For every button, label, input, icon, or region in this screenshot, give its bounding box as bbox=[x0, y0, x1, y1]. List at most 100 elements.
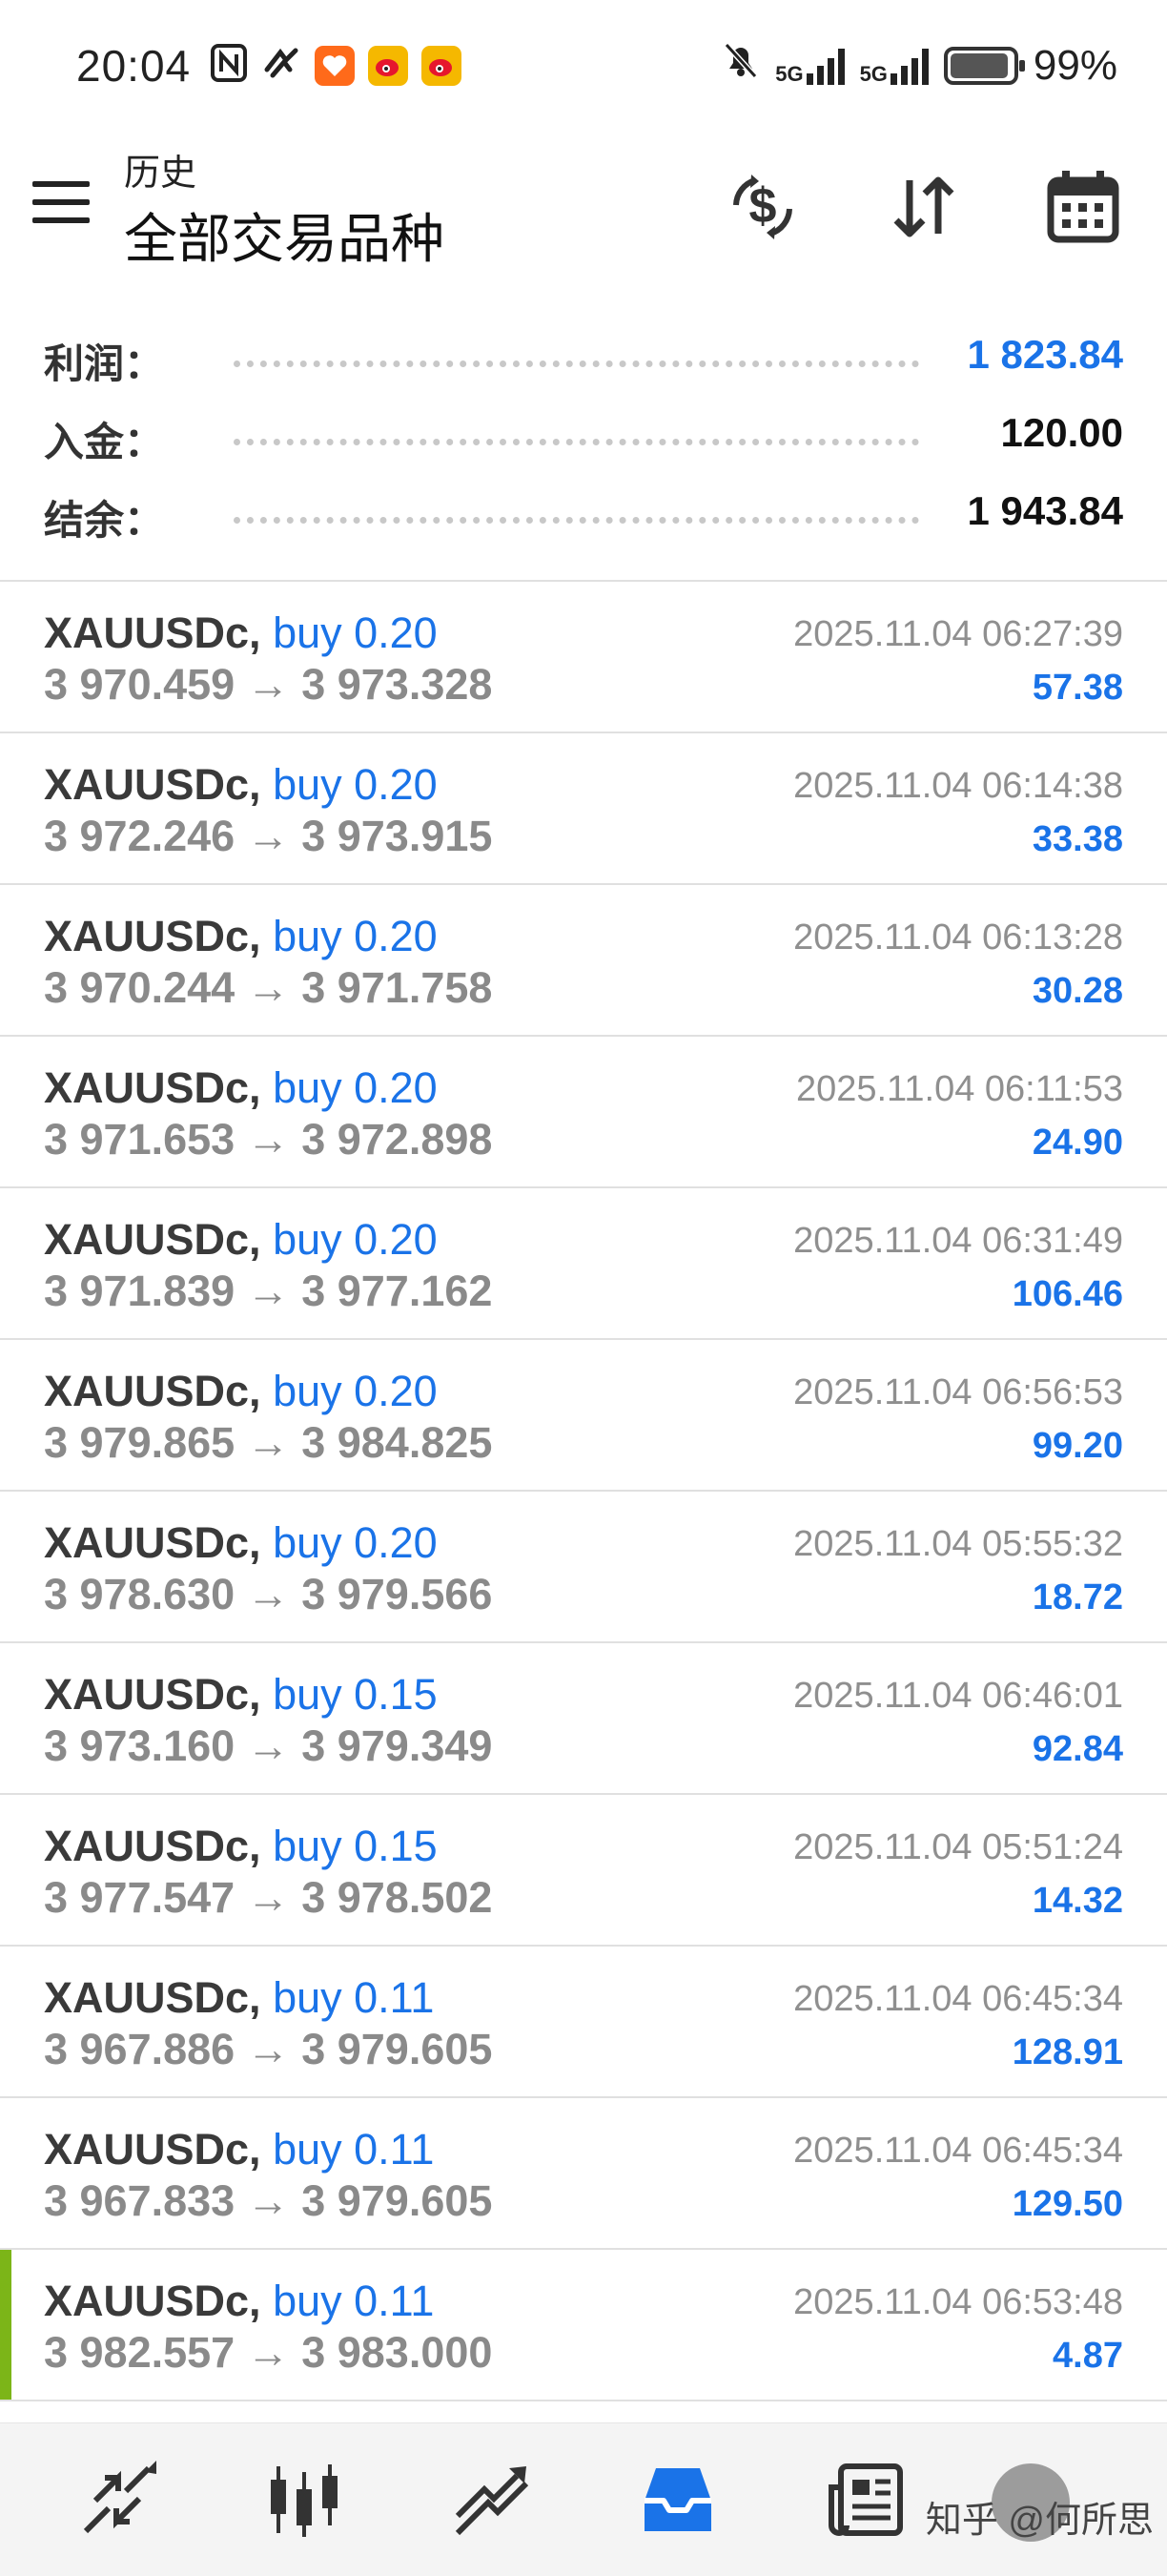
trade-side: buy 0.15 bbox=[273, 1670, 438, 1719]
trade-profit: 128.91 bbox=[1012, 2032, 1123, 2072]
heart-app-icon bbox=[315, 45, 355, 86]
status-time: 20:04 bbox=[76, 41, 192, 91]
trade-profit: 33.38 bbox=[1032, 819, 1123, 859]
page-subtitle: 历史 bbox=[124, 154, 197, 194]
balance-value: 1 943.84 bbox=[967, 488, 1124, 533]
history-icon[interactable] bbox=[635, 2457, 721, 2543]
profit-value: 1 823.84 bbox=[967, 332, 1124, 377]
close-price: 3 973.915 bbox=[301, 812, 493, 860]
trade-row[interactable]: XAUUSDc, buy 0.20 3 970.459 → 3 973.328 … bbox=[0, 582, 1167, 733]
trade-time: 2025.11.04 05:51:24 bbox=[793, 1827, 1123, 1867]
nfc-icon bbox=[210, 43, 248, 88]
trade-row[interactable]: XAUUSDc, buy 0.11 3 982.557 → 3 983.000 … bbox=[0, 2250, 1167, 2401]
battery-icon bbox=[943, 46, 1025, 85]
trade-symbol: XAUUSDc bbox=[44, 912, 250, 960]
trade-side: buy 0.20 bbox=[273, 1215, 438, 1264]
trade-row[interactable]: XAUUSDc, buy 0.20 3 979.865 → 3 984.825 … bbox=[0, 1340, 1167, 1492]
quotes-icon[interactable] bbox=[74, 2457, 160, 2543]
trade-symbol: XAUUSDc bbox=[44, 608, 250, 657]
trade-row[interactable]: XAUUSDc, buy 0.11 3 967.833 → 3 979.605 … bbox=[0, 2098, 1167, 2250]
leader-dots bbox=[234, 439, 919, 445]
open-price: 3 971.653 bbox=[44, 1115, 235, 1164]
sort-icon[interactable] bbox=[883, 167, 963, 247]
deposit-value: 120.00 bbox=[1000, 410, 1123, 455]
summary-panel: 利润： 1 823.84 入金： 120.00 结余： 1 943.84 bbox=[0, 315, 1167, 549]
open-price: 3 982.557 bbox=[44, 2328, 235, 2377]
chart-icon[interactable] bbox=[261, 2457, 347, 2543]
trade-time: 2025.11.04 06:56:53 bbox=[793, 1372, 1123, 1412]
close-price: 3 977.162 bbox=[301, 1267, 493, 1315]
trade-side: buy 0.15 bbox=[273, 1822, 438, 1870]
trade-symbol: XAUUSDc bbox=[44, 760, 250, 809]
mute-bell-icon bbox=[722, 40, 760, 91]
trade-time: 2025.11.04 06:27:39 bbox=[793, 614, 1123, 654]
open-price: 3 977.547 bbox=[44, 1873, 235, 1922]
trade-symbol: XAUUSDc bbox=[44, 1973, 250, 2022]
trade-time: 2025.11.04 06:11:53 bbox=[795, 1069, 1123, 1109]
network-1: 5G bbox=[775, 61, 804, 86]
close-price: 3 972.898 bbox=[301, 1115, 493, 1164]
trade-row[interactable]: XAUUSDc, buy 0.15 3 977.547 → 3 978.502 … bbox=[0, 1795, 1167, 1947]
news-icon[interactable] bbox=[822, 2457, 908, 2543]
trade-side: buy 0.20 bbox=[273, 1063, 438, 1112]
notification-icons bbox=[210, 43, 461, 88]
close-price: 3 979.605 bbox=[301, 2025, 493, 2073]
deposit-label: 入金： bbox=[44, 420, 165, 464]
balance-row: 结余： 1 943.84 bbox=[0, 471, 1167, 549]
trade-row[interactable]: XAUUSDc, buy 0.20 3 971.653 → 3 972.898 … bbox=[0, 1037, 1167, 1188]
profit-row: 利润： 1 823.84 bbox=[0, 315, 1167, 393]
trade-time: 2025.11.04 06:46:01 bbox=[793, 1676, 1123, 1716]
trade-symbol: XAUUSDc bbox=[44, 2125, 250, 2174]
trade-time: 2025.11.04 06:45:34 bbox=[793, 2131, 1123, 2171]
trade-time: 2025.11.04 05:55:32 bbox=[793, 1524, 1123, 1564]
trade-side: buy 0.20 bbox=[273, 760, 438, 809]
watermark: 知乎 @何所思 bbox=[925, 2501, 1154, 2541]
close-price: 3 971.758 bbox=[301, 963, 493, 1012]
leader-dots bbox=[234, 517, 919, 524]
trade-symbol: XAUUSDc bbox=[44, 1822, 250, 1870]
close-price: 3 984.825 bbox=[301, 1418, 493, 1467]
svg-text:$: $ bbox=[749, 178, 777, 234]
trade-symbol: XAUUSDc bbox=[44, 1518, 250, 1567]
trade-profit: 14.32 bbox=[1032, 1881, 1123, 1921]
trade-symbol: XAUUSDc bbox=[44, 2277, 250, 2325]
page-title[interactable]: 全部交易品种 bbox=[124, 196, 444, 274]
trade-time: 2025.11.04 06:31:49 bbox=[793, 1221, 1123, 1261]
trade-row[interactable]: XAUUSDc, buy 0.15 3 973.160 → 3 979.349 … bbox=[0, 1643, 1167, 1795]
trade-row[interactable]: XAUUSDc, buy 0.11 3 967.886 → 3 979.605 … bbox=[0, 1947, 1167, 2098]
trade-symbol: XAUUSDc bbox=[44, 1063, 250, 1112]
trade-row[interactable]: XAUUSDc, buy 0.20 3 978.630 → 3 979.566 … bbox=[0, 1492, 1167, 1643]
profit-label: 利润： bbox=[44, 341, 165, 386]
close-price: 3 978.502 bbox=[301, 1873, 493, 1922]
trade-time: 2025.11.04 06:14:38 bbox=[793, 766, 1123, 806]
trade-icon[interactable] bbox=[448, 2457, 534, 2543]
trade-profit: 106.46 bbox=[1012, 1274, 1123, 1314]
signal-icon: 5G bbox=[775, 47, 845, 86]
system-status: 5G 5G 99% bbox=[722, 40, 1117, 91]
trade-time: 2025.11.04 06:13:28 bbox=[793, 917, 1123, 958]
trade-side: buy 0.20 bbox=[273, 1518, 438, 1567]
trade-side: buy 0.11 bbox=[273, 2125, 435, 2174]
trade-side: buy 0.20 bbox=[273, 1367, 438, 1415]
open-price: 3 972.246 bbox=[44, 812, 235, 860]
trade-row[interactable]: XAUUSDc, buy 0.20 3 972.246 → 3 973.915 … bbox=[0, 733, 1167, 885]
currency-exchange-icon[interactable]: $ bbox=[723, 167, 803, 247]
close-price: 3 979.566 bbox=[301, 1570, 493, 1618]
close-price: 3 979.349 bbox=[301, 1721, 493, 1770]
trade-side: buy 0.11 bbox=[273, 2277, 435, 2325]
menu-icon[interactable] bbox=[32, 181, 90, 223]
status-bar: 20:04 5G 5G 99% bbox=[0, 0, 1167, 134]
calendar-icon[interactable] bbox=[1043, 167, 1123, 247]
trade-profit: 57.38 bbox=[1032, 668, 1123, 708]
trade-symbol: XAUUSDc bbox=[44, 1367, 250, 1415]
open-price: 3 973.160 bbox=[44, 1721, 235, 1770]
trade-side: buy 0.20 bbox=[273, 912, 438, 960]
trade-profit: 99.20 bbox=[1032, 1426, 1123, 1466]
close-price: 3 979.605 bbox=[301, 2176, 493, 2225]
swirl-icon bbox=[261, 43, 301, 88]
trade-profit: 30.28 bbox=[1032, 971, 1123, 1011]
trade-profit: 4.87 bbox=[1053, 2336, 1123, 2376]
app-header: 历史 全部交易品种 $ bbox=[0, 143, 1167, 277]
trade-row[interactable]: XAUUSDc, buy 0.20 3 971.839 → 3 977.162 … bbox=[0, 1188, 1167, 1340]
trade-row[interactable]: XAUUSDc, buy 0.20 3 970.244 → 3 971.758 … bbox=[0, 885, 1167, 1037]
